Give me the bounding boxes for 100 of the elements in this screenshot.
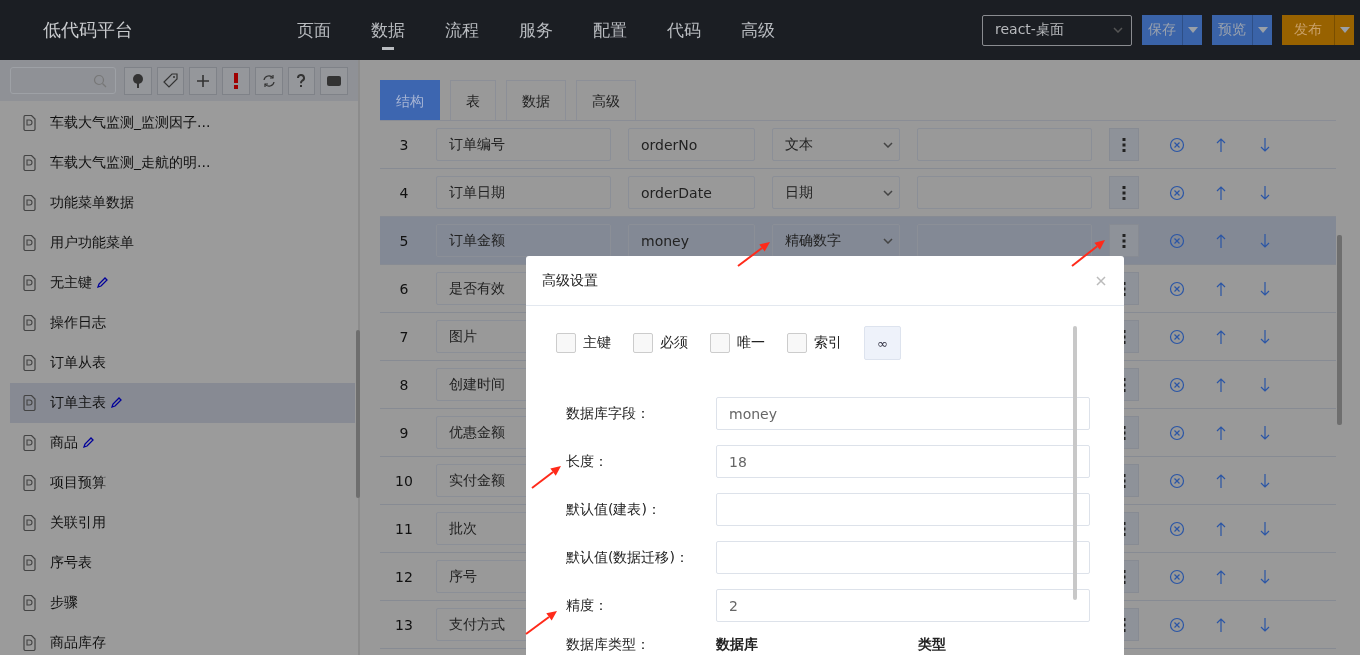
more-button[interactable] (1109, 128, 1139, 161)
checkbox[interactable] (710, 333, 730, 353)
vertical-dots-icon (1122, 185, 1126, 200)
circle-x-icon (1169, 136, 1185, 153)
field-value: 订单编号 (449, 135, 505, 154)
type-select[interactable]: 日期 (772, 176, 900, 209)
more-button[interactable] (1109, 176, 1139, 209)
message-button[interactable] (320, 66, 348, 95)
checkbox-label: 主键 (583, 334, 611, 352)
table-list-item[interactable]: 无主键 (10, 263, 355, 303)
scrollbar[interactable] (356, 330, 360, 498)
table-list-item[interactable]: 关联引用 (10, 503, 355, 543)
checkbox[interactable] (787, 333, 807, 353)
name-field[interactable]: 订单日期 (436, 176, 611, 209)
row-number: 4 (398, 184, 410, 201)
alert-button[interactable] (222, 66, 250, 95)
item-label: 操作日志 (50, 314, 106, 332)
code-field[interactable]: orderNo (628, 128, 755, 161)
dropdown-button[interactable] (1334, 15, 1354, 45)
chevron-down-icon (883, 189, 893, 196)
chevron-down-icon (883, 141, 893, 148)
arrow-down-icon (1259, 424, 1271, 441)
field-value: 序号 (449, 567, 477, 586)
refresh-icon (260, 72, 277, 89)
table-list-item[interactable]: 订单从表 (10, 343, 355, 383)
code-field[interactable]: orderDate (628, 176, 755, 209)
tree-button[interactable] (123, 66, 152, 95)
item-label: 商品 (50, 434, 78, 452)
document-icon (23, 475, 36, 491)
help-button[interactable] (287, 66, 316, 95)
tab[interactable]: 数据 (506, 80, 566, 120)
input-field[interactable]: 2 (716, 589, 1090, 622)
nav-item[interactable]: 页面 (297, 10, 331, 50)
tab[interactable]: 表 (450, 80, 496, 120)
item-label: 项目预算 (50, 474, 106, 492)
nav-item[interactable]: 数据 (371, 10, 405, 50)
table-list-item[interactable]: 步骤 (10, 583, 355, 623)
name-field[interactable]: 订单编号 (436, 128, 611, 161)
input-field[interactable]: 18 (716, 445, 1090, 478)
caret-down-icon (1257, 27, 1268, 33)
select-value: 日期 (785, 183, 813, 202)
refresh-button[interactable] (254, 66, 283, 95)
nav-item[interactable]: 服务 (519, 10, 553, 50)
item-label: 订单主表 (50, 394, 106, 412)
item-label: 关联引用 (50, 514, 106, 532)
nav-item[interactable]: 流程 (445, 10, 479, 50)
dropdown-button[interactable] (1252, 15, 1272, 45)
table-list-item[interactable]: 序号表 (10, 543, 355, 583)
arrow-down-icon (1259, 232, 1271, 249)
input-field[interactable] (716, 541, 1090, 574)
field-value: 优惠金额 (449, 423, 505, 442)
table-list-item[interactable]: 商品库存 (10, 623, 355, 655)
arrow-up-icon (1215, 184, 1227, 201)
table-list-item[interactable]: 车载大气监测_监测因子... (10, 103, 355, 143)
table-list-item[interactable]: 功能菜单数据 (10, 183, 355, 223)
arrow-down-icon (1259, 136, 1271, 153)
table-row[interactable]: 3 订单编号 orderNo 文本 (380, 121, 1336, 169)
input-field[interactable] (716, 493, 1090, 526)
table-list-item[interactable]: 操作日志 (10, 303, 355, 343)
tab[interactable]: 高级 (576, 80, 636, 120)
nav-item[interactable]: 代码 (667, 10, 701, 50)
more-button[interactable] (1109, 224, 1139, 257)
scrollbar[interactable] (1337, 235, 1342, 425)
arrow-down-icon (1259, 376, 1271, 393)
link-button[interactable]: ∞ (864, 326, 901, 360)
close-button[interactable] (1094, 273, 1108, 288)
field-value: 订单日期 (449, 183, 505, 202)
checkbox[interactable] (556, 333, 576, 353)
checkbox[interactable] (633, 333, 653, 353)
tag-button[interactable] (156, 66, 185, 95)
app-title: 低代码平台 (42, 18, 134, 42)
table-list-item[interactable]: 用户功能菜单 (10, 223, 355, 263)
arrow-up-icon (1215, 472, 1227, 489)
plus-icon (195, 72, 212, 89)
table-list-item[interactable]: 订单主表 (10, 383, 355, 423)
scrollbar[interactable] (1073, 326, 1077, 600)
document-icon (23, 115, 36, 131)
document-icon (23, 595, 36, 611)
type-select[interactable]: 文本 (772, 128, 900, 161)
table-list-item[interactable]: 车载大气监测_走航的明... (10, 143, 355, 183)
environment-select[interactable]: react-桌面 (982, 14, 1132, 46)
document-icon (23, 635, 36, 651)
add-button[interactable] (189, 66, 218, 95)
dropdown-button[interactable] (1182, 15, 1202, 45)
checkbox-label: 唯一 (737, 334, 765, 352)
row-number: 9 (398, 424, 410, 441)
checkbox-label: 索引 (814, 334, 842, 352)
circle-x-icon (1169, 568, 1185, 585)
arrow-down-icon (1259, 328, 1271, 345)
nav-item[interactable]: 配置 (593, 10, 627, 50)
arrow-down-icon (1259, 280, 1271, 297)
search-field[interactable] (10, 67, 116, 94)
table-list-item[interactable]: 商品 (10, 423, 355, 463)
nav-item[interactable]: 高级 (741, 10, 775, 50)
row-number: 12 (394, 568, 414, 585)
table-list-item[interactable]: 项目预算 (10, 463, 355, 503)
field-value: money (729, 405, 777, 422)
input-field[interactable]: money (716, 397, 1090, 430)
vertical-dots-icon (1122, 233, 1126, 248)
caret-down-icon (1339, 27, 1350, 33)
